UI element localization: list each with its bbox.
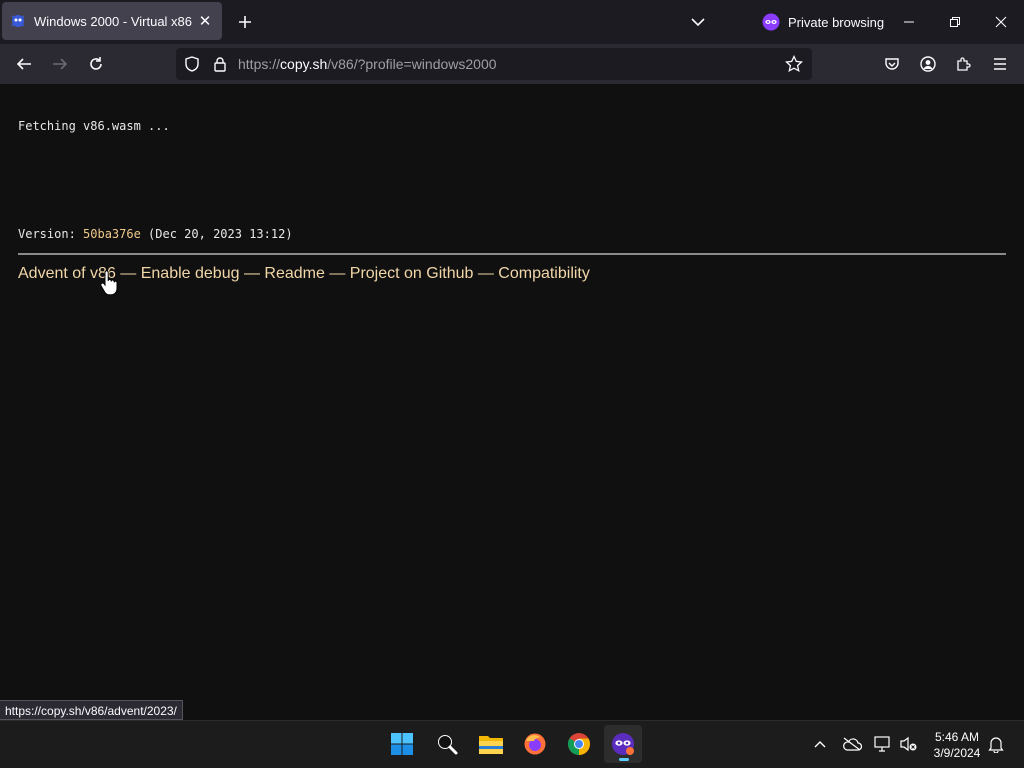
tracking-protection-shield-icon[interactable] <box>182 54 202 74</box>
account-icon <box>920 56 936 72</box>
reload-icon <box>90 57 102 70</box>
hamburger-menu-icon <box>994 58 1006 70</box>
lock-icon[interactable] <box>210 54 230 74</box>
app-menu-button[interactable] <box>986 50 1014 78</box>
file-explorer-icon <box>479 736 503 754</box>
pocket-icon <box>885 58 899 70</box>
bell-icon <box>988 737 1004 753</box>
url-host: copy.sh <box>280 56 328 72</box>
file-explorer-button[interactable] <box>472 725 510 763</box>
back-button[interactable] <box>10 50 38 78</box>
link-separator: — <box>324 265 350 282</box>
network-tray-icon[interactable] <box>872 733 894 755</box>
search-button[interactable] <box>428 725 466 763</box>
link-hover-status: https://copy.sh/v86/advent/2023/ <box>0 700 183 720</box>
minimize-icon <box>904 21 914 23</box>
active-app-indicator <box>619 758 629 761</box>
network-icon <box>874 736 890 752</box>
account-button[interactable] <box>914 50 942 78</box>
link-separator: — <box>473 265 499 282</box>
version-hash-link[interactable]: 50ba376e <box>83 227 141 241</box>
tab-close-icon[interactable]: ✕ <box>194 10 216 32</box>
page-content: Fetching v86.wasm ... Version: 50ba376e … <box>0 84 1024 720</box>
loading-status-text: Fetching v86.wasm ... <box>18 119 170 133</box>
enable-debug-link[interactable]: Enable debug <box>141 265 240 282</box>
link-separator: — <box>115 265 141 282</box>
url-text[interactable]: https://copy.sh/v86/?profile=windows2000 <box>238 56 497 72</box>
hand-pointer-cursor-icon <box>100 270 118 296</box>
chrome-icon <box>568 733 590 755</box>
extensions-button[interactable] <box>950 50 978 78</box>
firefox-icon <box>524 733 546 755</box>
clock-time: 5:46 AM <box>934 730 980 744</box>
minimize-button[interactable] <box>895 8 923 36</box>
show-hidden-icons-button[interactable] <box>809 733 831 755</box>
close-window-button[interactable] <box>987 8 1015 36</box>
close-icon <box>995 16 1007 28</box>
start-button[interactable] <box>383 725 421 763</box>
navigation-toolbar: https://copy.sh/v86/?profile=windows2000 <box>0 44 1024 84</box>
arrow-left-icon <box>16 58 31 70</box>
firefox-private-button[interactable] <box>604 725 642 763</box>
volume-tray-icon[interactable] <box>898 733 920 755</box>
new-tab-button[interactable] <box>233 10 257 34</box>
speaker-muted-icon <box>900 736 917 752</box>
tab-strip: Windows 2000 - Virtual x86 ✕ Private bro… <box>0 0 1024 44</box>
cloud-offline-icon <box>843 737 862 751</box>
private-browsing-indicator: Private browsing <box>762 10 884 34</box>
plus-icon <box>239 16 251 28</box>
onedrive-tray-icon[interactable] <box>841 733 863 755</box>
firefox-private-icon <box>612 733 634 755</box>
private-mask-icon <box>762 13 780 31</box>
tab-active[interactable]: Windows 2000 - Virtual x86 ✕ <box>2 2 222 40</box>
taskbar: 5:46 AM 3/9/2024 <box>0 720 1024 768</box>
divider <box>18 253 1006 255</box>
list-all-tabs-button[interactable] <box>686 10 710 34</box>
search-icon <box>438 735 458 755</box>
v86-favicon-icon <box>10 13 26 29</box>
version-prefix: Version: <box>18 227 84 241</box>
system-clock[interactable]: 5:46 AM 3/9/2024 <box>926 729 988 761</box>
restore-button[interactable] <box>941 8 969 36</box>
pocket-button[interactable] <box>878 50 906 78</box>
reload-button[interactable] <box>82 50 110 78</box>
version-line: Version: 50ba376e (Dec 20, 2023 13:12) <box>18 227 293 241</box>
restore-icon <box>950 17 960 27</box>
tab-title: Windows 2000 - Virtual x86 <box>34 13 193 29</box>
version-date: (Dec 20, 2023 13:12) <box>140 227 293 241</box>
address-bar[interactable]: https://copy.sh/v86/?profile=windows2000 <box>176 48 812 80</box>
link-separator: — <box>239 265 265 282</box>
compatibility-link[interactable]: Compatibility <box>498 265 590 282</box>
readme-link[interactable]: Readme <box>264 265 324 282</box>
chrome-button[interactable] <box>560 725 598 763</box>
windows-start-icon <box>391 733 413 755</box>
url-scheme: https:// <box>238 56 281 72</box>
notifications-button[interactable] <box>985 733 1007 755</box>
private-browsing-label: Private browsing <box>788 14 885 30</box>
url-path: /v86/?profile=windows2000 <box>327 56 497 72</box>
arrow-right-icon <box>53 58 68 70</box>
chevron-down-icon <box>691 18 705 27</box>
forward-button[interactable] <box>46 50 74 78</box>
clock-date: 3/9/2024 <box>933 746 981 760</box>
puzzle-icon <box>957 57 971 71</box>
bookmark-star-icon[interactable] <box>784 54 804 74</box>
chevron-up-icon <box>814 741 826 748</box>
firefox-button[interactable] <box>516 725 554 763</box>
github-project-link[interactable]: Project on Github <box>350 265 474 282</box>
